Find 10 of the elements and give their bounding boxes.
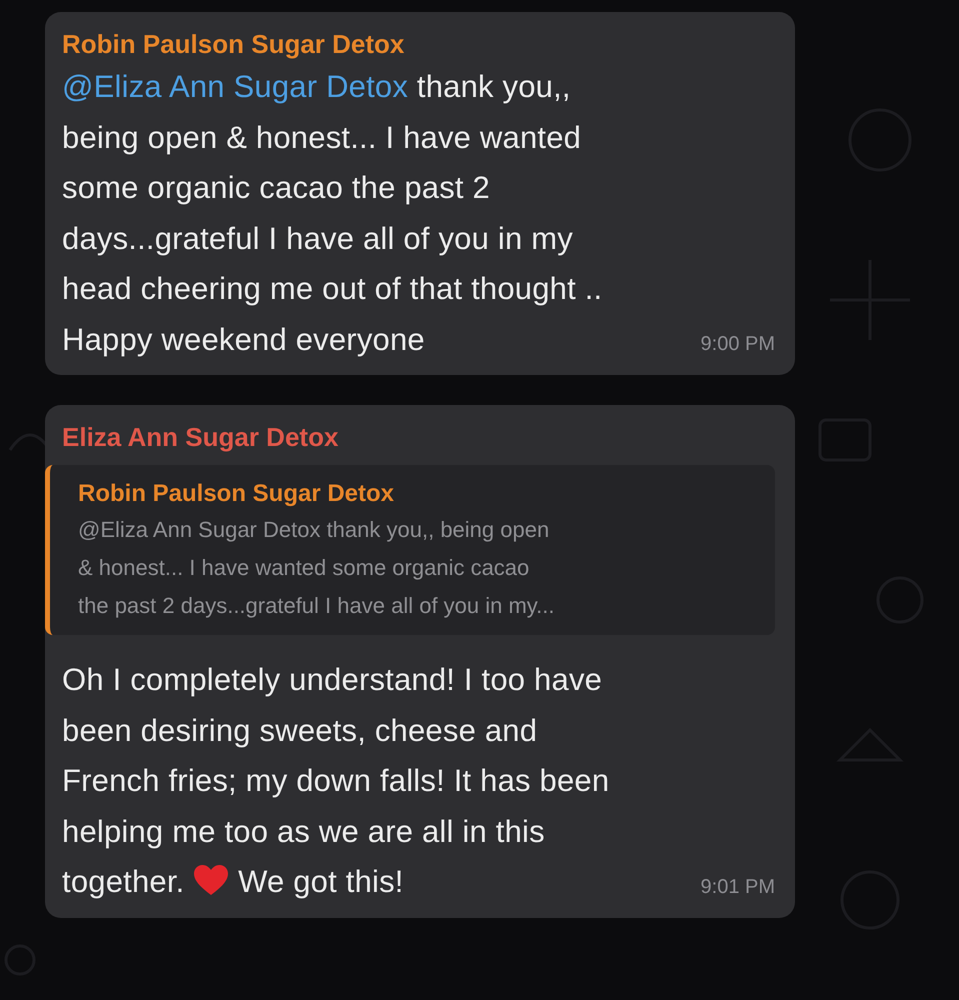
quoted-sender: Robin Paulson Sugar Detox	[78, 479, 396, 509]
heart-icon	[193, 864, 230, 896]
sender-name: Robin Paulson Sugar Detox	[62, 28, 406, 61]
message-text: @Eliza Ann Sugar Detox thank you,, being open & honest... I have wanted some organic cacao the past 2 days...grateful I have all of you in my head cheering me out of that thought .. Happy weekend everyone	[62, 68, 602, 358]
message-time: 9:00 PM	[700, 332, 775, 357]
quoted-text: @Eliza Ann Sugar Detox thank you,, being open & honest... I have wanted some organic cacao the past 2 days...grateful I have all of you in my...	[78, 516, 556, 620]
message-time: 9:01 PM	[700, 874, 775, 900]
mention-link[interactable]: @Eliza Ann Sugar Detox	[62, 69, 408, 104]
message-text: Oh I completely understand! I too have been desiring sweets, cheese and French fries; my down falls! It has been helping me too as we are all in this together. We got this!	[62, 661, 610, 901]
sender-name: Eliza Ann Sugar Detox	[62, 421, 340, 454]
